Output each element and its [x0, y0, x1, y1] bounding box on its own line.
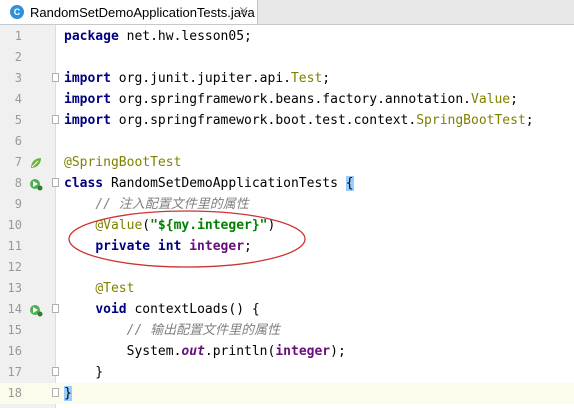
fold-marker[interactable] [52, 388, 59, 397]
code-token: org.junit.jupiter.api. [118, 71, 291, 86]
code-token: void [95, 302, 135, 317]
line-number: 11 [7, 239, 22, 253]
code-token: ; [510, 92, 518, 107]
code-token: .println( [204, 344, 276, 359]
fold-marker[interactable] [52, 115, 59, 124]
code-line[interactable]: 4 import org.springframework.beans.factor… [0, 89, 574, 110]
code-line[interactable]: 18} [0, 383, 574, 404]
code-line[interactable]: 1 package net.hw.lesson05; [0, 26, 574, 47]
code-line[interactable]: 6 [0, 131, 574, 152]
line-number: 9 [14, 197, 22, 211]
code-line[interactable]: 15 // 输出配置文件里的属性 [0, 320, 574, 341]
line-number: 6 [14, 134, 22, 148]
code-text: // 输出配置文件里的属性 [64, 320, 280, 341]
code-token: @Test [95, 281, 135, 296]
code-token: package [64, 29, 127, 44]
code-text: void contextLoads() { [64, 299, 260, 320]
class-icon: C [10, 5, 24, 19]
line-number: 3 [14, 71, 22, 85]
tab-title: RandomSetDemoApplicationTests.java [30, 4, 255, 20]
code-token: org.springframework.boot.test.context. [118, 113, 417, 128]
code-text: import org.junit.jupiter.api.Test; [64, 68, 330, 89]
line-number: 12 [7, 260, 22, 274]
code-line[interactable]: 16 System.out.println(integer); [0, 341, 574, 362]
run-test-class-icon[interactable] [29, 177, 43, 191]
line-number: 8 [14, 176, 22, 190]
code-text: } [64, 362, 103, 383]
code-text: System.out.println(integer); [64, 341, 346, 362]
editor-tab-bar: C RandomSetDemoApplicationTests.java × [0, 0, 574, 25]
code-token: RandomSetDemoApplicationTests [110, 176, 346, 191]
line-number: 14 [7, 302, 22, 316]
line-number: 5 [14, 113, 22, 127]
fold-marker[interactable] [52, 178, 59, 187]
code-token: ); [330, 344, 346, 359]
code-token: @SpringBootTest [64, 155, 182, 170]
code-text: import org.springframework.boot.test.con… [64, 110, 534, 131]
fold-marker[interactable] [52, 73, 59, 82]
code-text: @Test [64, 278, 134, 299]
line-number: 10 [7, 218, 22, 232]
code-line[interactable]: 7 @SpringBootTest [0, 152, 574, 173]
code-text: @SpringBootTest [64, 152, 181, 173]
spring-bean-icon[interactable] [29, 156, 43, 170]
line-number: 18 [7, 386, 22, 400]
code-line[interactable]: 17 } [0, 362, 574, 383]
code-line[interactable]: 5 import org.springframework.boot.test.co… [0, 110, 574, 131]
code-token: System. [64, 344, 182, 359]
line-number: 13 [7, 281, 22, 295]
code-line[interactable]: 2 [0, 47, 574, 68]
code-token: import [64, 113, 119, 128]
line-number: 2 [14, 50, 22, 64]
fold-marker[interactable] [52, 367, 59, 376]
annotation-ellipse [68, 210, 306, 268]
run-test-method-icon[interactable] [29, 303, 43, 317]
code-text: import org.springframework.beans.factory… [64, 89, 518, 110]
line-number: 7 [14, 155, 22, 169]
code-text: class RandomSetDemoApplicationTests { [64, 173, 354, 194]
code-text: package net.hw.lesson05; [64, 26, 252, 47]
code-token: // 输出配置文件里的属性 [126, 323, 281, 338]
code-token: ; [322, 71, 331, 86]
code-line[interactable]: 13 @Test [0, 278, 574, 299]
code-token: SpringBootTest [416, 113, 526, 128]
code-token: } [64, 386, 72, 401]
line-number: 4 [14, 92, 22, 106]
line-number: 15 [7, 323, 22, 337]
code-line[interactable]: 8 class RandomSetDemoApplicationTests { [0, 173, 574, 194]
code-token: integer [275, 344, 331, 359]
code-token: contextLoads() { [134, 302, 260, 317]
code-token: out [181, 344, 205, 359]
code-token: Test [290, 71, 323, 86]
code-token: ; [525, 113, 534, 128]
close-icon[interactable]: × [238, 4, 249, 19]
line-number: 16 [7, 344, 22, 358]
fold-marker[interactable] [52, 304, 59, 313]
code-token: net.hw.lesson05; [126, 29, 252, 44]
code-line[interactable]: 3 import org.junit.jupiter.api.Test; [0, 68, 574, 89]
code-token: class [64, 176, 111, 191]
code-token: import [64, 71, 119, 86]
code-token: Value [471, 92, 511, 107]
code-token: org.springframework.beans.factory.annota… [118, 92, 471, 107]
code-text: } [64, 383, 72, 404]
line-number: 1 [14, 29, 22, 43]
code-line[interactable]: 14 void contextLoads() { [0, 299, 574, 320]
tab-random-set-demo-application-tests[interactable]: C RandomSetDemoApplicationTests.java × [0, 0, 258, 24]
code-token: } [64, 365, 104, 380]
code-token: import [64, 92, 119, 107]
code-token: { [345, 176, 354, 191]
line-number: 17 [7, 365, 22, 379]
